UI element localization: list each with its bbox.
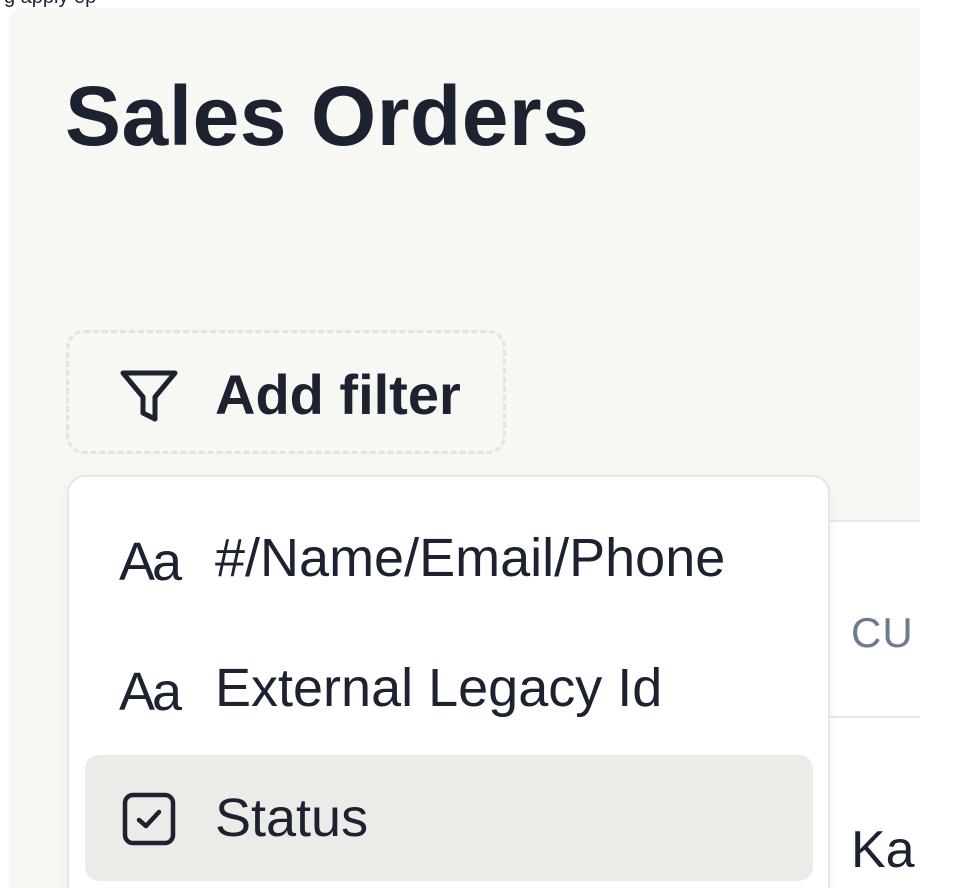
table-cell[interactable]: Ka (851, 824, 915, 876)
filter-option-label: External Legacy Id (215, 658, 663, 718)
filter-option-label: #/Name/Email/Phone (215, 528, 726, 588)
add-filter-button[interactable]: Add filter (66, 330, 506, 454)
top-strip: g apply ep (0, 0, 954, 8)
filter-option-name-email-phone[interactable]: Aa #/Name/Email/Phone (85, 495, 813, 621)
text-type-icon: Aa (119, 662, 182, 722)
filter-option-label: Status (215, 788, 369, 848)
filter-option-status[interactable]: Status (85, 755, 813, 881)
main-panel: Sales Orders Add filter CU Ka Aa #/Name/… (9, 8, 920, 888)
filter-option-external-legacy-id[interactable]: Aa External Legacy Id (85, 625, 813, 751)
filter-field-dropdown: Aa #/Name/Email/Phone Aa External Legacy… (67, 475, 830, 888)
text-type-icon: Aa (119, 532, 182, 592)
checkbox-icon (122, 792, 176, 846)
column-header-customer[interactable]: CU (851, 612, 914, 654)
add-filter-label: Add filter (215, 363, 461, 426)
funnel-icon (120, 370, 178, 422)
page-title: Sales Orders (65, 69, 590, 163)
top-strip-text: g apply ep (4, 0, 96, 8)
